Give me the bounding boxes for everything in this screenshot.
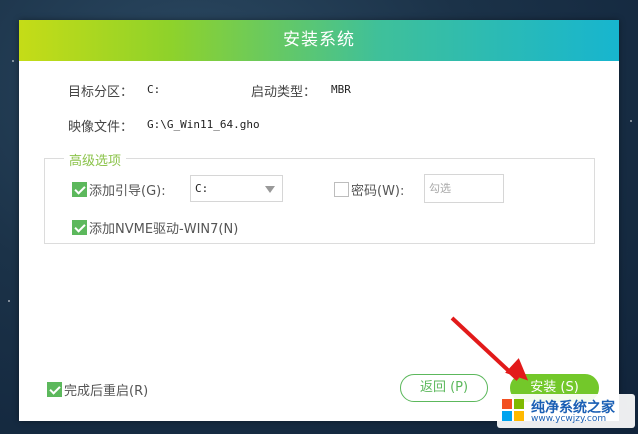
add-nvme-label[interactable]: 添加NVME驱动-WIN7(N) <box>89 218 238 237</box>
install-dialog: 安装系统 目标分区： C: 启动类型： MBR 映像文件： G:\G_Win11… <box>19 20 619 421</box>
target-partition-value: C: <box>147 83 161 96</box>
restart-after-checkbox[interactable] <box>47 382 62 397</box>
boot-type-value: MBR <box>331 83 351 96</box>
password-field[interactable]: 勾选 <box>424 174 504 203</box>
password-checkbox[interactable] <box>334 182 349 197</box>
restart-after-label[interactable]: 完成后重启(R) <box>64 380 148 399</box>
dialog-title: 安装系统 <box>19 20 619 61</box>
target-partition-label: 目标分区： <box>68 85 134 100</box>
add-nvme-checkbox[interactable] <box>72 220 87 235</box>
add-boot-label[interactable]: 添加引导(G): <box>89 180 166 199</box>
back-button[interactable]: 返回 (P) <box>400 374 488 402</box>
add-boot-checkbox[interactable] <box>72 182 87 197</box>
boot-drive-select[interactable]: C: <box>190 175 283 202</box>
boot-type-label: 启动类型： <box>251 85 317 100</box>
chevron-down-icon <box>265 186 275 193</box>
windows-logo-icon <box>502 399 526 423</box>
advanced-options-title: 高级选项 <box>64 150 127 169</box>
watermark: 纯净系统之家 www.ycwjzy.com <box>497 394 635 428</box>
password-label[interactable]: 密码(W): <box>351 180 404 199</box>
watermark-url: www.ycwjzy.com <box>531 414 607 424</box>
image-file-label: 映像文件： <box>68 120 134 135</box>
boot-drive-value: C: <box>195 182 209 195</box>
image-file-value: G:\G_Win11_64.gho <box>147 118 260 131</box>
